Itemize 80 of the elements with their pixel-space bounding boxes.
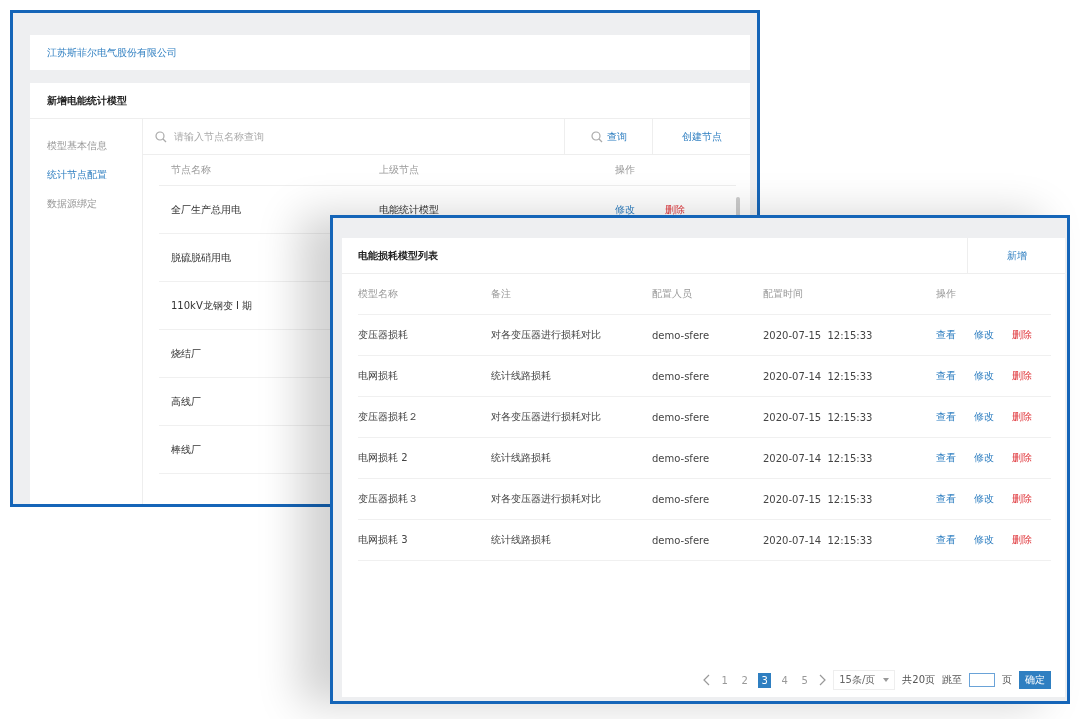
column-header: 模型名称	[358, 287, 399, 301]
delete-link[interactable]: 删除	[1012, 410, 1032, 424]
column-header: 操作	[936, 287, 956, 301]
next-page-icon[interactable]	[818, 674, 827, 686]
table-cell-text: 2020-07-15 12:15:33	[763, 411, 874, 423]
delete-link[interactable]: 删除	[1012, 328, 1032, 342]
page-number[interactable]: 4	[778, 672, 792, 688]
table-cell-text: 变压器损耗３	[358, 492, 419, 506]
page-number[interactable]: 2	[738, 672, 752, 688]
table-cell-text: 2020-07-15 12:15:33	[763, 329, 874, 341]
column-header: 上级节点	[379, 163, 419, 177]
delete-link[interactable]: 删除	[1012, 369, 1032, 383]
table-cell: 电能统计模型	[379, 202, 439, 217]
view-link[interactable]: 查看	[936, 328, 956, 342]
table-cell-text: 2020-07-15 12:15:33	[763, 493, 874, 505]
view-link[interactable]: 查看	[936, 410, 956, 424]
table-cell-text: 变压器损耗	[358, 328, 409, 342]
column-header: 操作	[615, 163, 635, 177]
table-cell-text: 2020-07-14 12:15:33	[763, 534, 874, 546]
edit-link[interactable]: 修改	[974, 492, 994, 506]
page-size-dropdown[interactable]: 15条/页	[833, 670, 896, 690]
delete-link[interactable]: 删除	[1012, 533, 1032, 547]
view-link[interactable]: 查看	[936, 369, 956, 383]
edit-link[interactable]: 修改	[615, 202, 635, 217]
table-cell-text: 对各变压器进行损耗对比	[491, 410, 602, 424]
table-cell-text: 电网损耗 2	[358, 451, 409, 465]
table-cell-text: 统计线路损耗	[491, 533, 552, 547]
sidebar-item[interactable]: 统计节点配置	[30, 160, 142, 189]
column-header: 配置时间	[763, 287, 804, 301]
search-icon	[590, 130, 603, 143]
delete-link[interactable]: 删除	[665, 202, 685, 217]
table-cell-text: 对各变压器进行损耗对比	[491, 328, 602, 342]
table-cell-text: 对各变压器进行损耗对比	[491, 492, 602, 506]
view-link[interactable]: 查看	[936, 451, 956, 465]
edit-link[interactable]: 修改	[974, 533, 994, 547]
company-name: 江苏斯菲尔电气股份有限公司	[47, 45, 177, 60]
page-total: 共20页	[902, 673, 935, 687]
panel-title: 电能损耗模型列表	[357, 248, 439, 263]
delete-link[interactable]: 删除	[1012, 451, 1032, 465]
delete-link[interactable]: 删除	[1012, 492, 1032, 506]
column-header: 配置人员	[652, 287, 693, 301]
table-cell: 高线厂	[171, 394, 201, 409]
table-cell-text: 统计线路损耗	[491, 451, 552, 465]
column-header: 节点名称	[171, 163, 211, 177]
confirm-button[interactable]: 确定	[1019, 671, 1051, 689]
table-cell-text: demo-sfere	[652, 452, 711, 464]
sidebar-item[interactable]: 模型基本信息	[30, 131, 142, 160]
table-cell-text: demo-sfere	[652, 411, 711, 423]
table-cell: 脱硫脱硝用电	[171, 250, 231, 265]
table-cell-text: 电网损耗	[358, 369, 399, 383]
table-cell-text: demo-sfere	[652, 370, 711, 382]
table-cell-text: 统计线路损耗	[491, 369, 552, 383]
edit-link[interactable]: 修改	[974, 328, 994, 342]
table-cell-text: demo-sfere	[652, 534, 711, 546]
edit-link[interactable]: 修改	[974, 410, 994, 424]
page-number[interactable]: 5	[798, 672, 812, 688]
table-cell-text: 2020-07-14 12:15:33	[763, 370, 874, 382]
search-icon	[155, 130, 167, 143]
table-cell-text: 2020-07-14 12:15:33	[763, 452, 874, 464]
view-link[interactable]: 查看	[936, 492, 956, 506]
page-number[interactable]: 3	[758, 672, 772, 688]
previous-page-icon[interactable]	[703, 674, 712, 686]
sidebar-item[interactable]: 数据源绑定	[30, 189, 142, 218]
table-cell: 烧结厂	[171, 346, 201, 361]
table-cell-text: 电网损耗 3	[358, 533, 409, 547]
table-cell-text: 变压器损耗２	[358, 410, 419, 424]
page-unit: 页	[1002, 673, 1012, 687]
table-cell: 110kV龙钢变 I 期	[171, 298, 253, 313]
edit-link[interactable]: 修改	[974, 451, 994, 465]
edit-link[interactable]: 修改	[974, 369, 994, 383]
table-cell: 全厂生产总用电	[171, 202, 241, 217]
page-number[interactable]: 1	[718, 672, 732, 688]
page-input[interactable]	[969, 673, 995, 687]
table-cell-text: demo-sfere	[652, 493, 711, 505]
jump-label: 跳至	[942, 673, 962, 687]
caret-icon	[883, 678, 890, 682]
view-link[interactable]: 查看	[936, 533, 956, 547]
table-cell: 棒线厂	[171, 442, 201, 457]
table-cell-text: demo-sfere	[652, 329, 711, 341]
column-header: 备注	[491, 287, 512, 301]
